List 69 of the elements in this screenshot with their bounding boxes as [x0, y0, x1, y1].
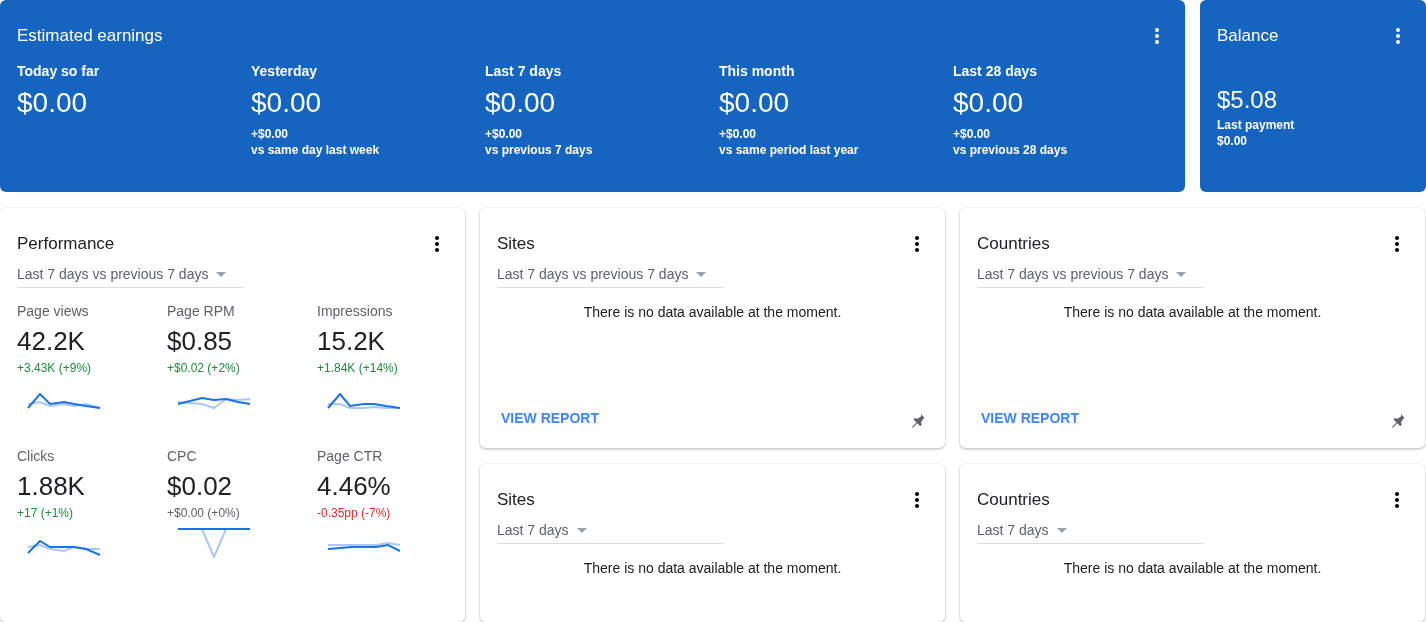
- more-vertical-icon: [1396, 28, 1400, 44]
- period-label: Yesterday: [251, 63, 318, 79]
- metric-change: +1.84K (+14%): [317, 360, 398, 376]
- earnings-change: +$0.00: [719, 126, 757, 142]
- period-label: Last 7 days: [485, 63, 562, 79]
- view-report-link[interactable]: VIEW REPORT: [501, 408, 599, 429]
- dropdown-caret-icon: [576, 528, 587, 533]
- comparison-label: vs previous 28 days: [953, 142, 1068, 158]
- earnings-change: +$0.00: [953, 126, 991, 142]
- metric-change: +$0.02 (+2%): [167, 360, 240, 376]
- metric-label: Page RPM: [167, 302, 235, 320]
- date-range-dropdown[interactable]: Last 7 days vs previous 7 days: [497, 262, 723, 288]
- dropdown-caret-icon: [696, 272, 707, 277]
- card-title: Sites: [497, 490, 535, 510]
- earnings-value: $0.00: [719, 87, 790, 119]
- card-title: Performance: [17, 234, 115, 254]
- card-title: Countries: [977, 490, 1050, 510]
- date-range-dropdown[interactable]: Last 7 days vs previous 7 days: [17, 262, 243, 288]
- metric-value: $0.85: [167, 326, 233, 356]
- more-vertical-icon: [915, 236, 919, 252]
- more-vertical-icon: [915, 492, 919, 508]
- card-title: Sites: [497, 234, 535, 254]
- period-label: Today so far: [17, 63, 100, 79]
- metric-change: -0.35pp (-7%): [317, 505, 391, 521]
- empty-message: There is no data available at the moment.: [582, 559, 843, 578]
- metric-label: Clicks: [17, 447, 55, 465]
- earnings-value: $0.00: [485, 87, 556, 119]
- earnings-change: +$0.00: [251, 126, 289, 142]
- metric-label: Impressions: [317, 302, 393, 320]
- date-range-dropdown[interactable]: Last 7 days: [977, 518, 1203, 544]
- date-range-dropdown[interactable]: Last 7 days vs previous 7 days: [977, 262, 1203, 288]
- metric-value: 42.2K: [17, 326, 85, 356]
- last-payment-value: $0.00: [1217, 133, 1248, 149]
- card-title: Estimated earnings: [17, 26, 163, 46]
- more-vertical-icon: [1395, 236, 1399, 252]
- metric-label: Page views: [17, 302, 89, 320]
- metric-change: +$0.00 (+0%): [167, 505, 240, 521]
- metric-change: +17 (+1%): [17, 505, 74, 521]
- metric-change: +3.43K (+9%): [17, 360, 92, 376]
- metric-label: Page CTR: [317, 447, 383, 465]
- view-report-link[interactable]: VIEW REPORT: [981, 408, 1079, 429]
- empty-message: There is no data available at the moment.: [1062, 303, 1323, 322]
- comparison-label: vs same day last week: [251, 142, 380, 158]
- earnings-value: $0.00: [251, 87, 322, 119]
- more-vertical-icon: [435, 236, 439, 252]
- comparison-label: vs same period last year: [719, 142, 859, 158]
- last-payment-label: Last payment: [1217, 117, 1295, 133]
- empty-message: There is no data available at the moment.: [1062, 559, 1323, 578]
- card-title: Balance: [1217, 26, 1279, 46]
- dropdown-caret-icon: [1056, 528, 1067, 533]
- metric-value: 15.2K: [317, 326, 385, 356]
- more-vertical-icon: [1155, 28, 1159, 44]
- period-label: Last 28 days: [953, 63, 1038, 79]
- earnings-value: $0.00: [953, 87, 1024, 119]
- earnings-value: $0.00: [17, 87, 88, 119]
- balance-value: $5.08: [1217, 86, 1278, 114]
- date-range-dropdown[interactable]: Last 7 days: [497, 518, 723, 544]
- empty-message: There is no data available at the moment.: [582, 303, 843, 322]
- metric-value: $0.02: [167, 471, 233, 501]
- metric-value: 4.46%: [317, 471, 391, 501]
- card-title: Countries: [977, 234, 1050, 254]
- comparison-label: vs previous 7 days: [485, 142, 593, 158]
- dropdown-caret-icon: [216, 272, 227, 277]
- period-label: This month: [719, 63, 795, 79]
- more-vertical-icon: [1395, 492, 1399, 508]
- dropdown-caret-icon: [1176, 272, 1187, 277]
- metric-value: 1.88K: [17, 471, 85, 501]
- metric-label: CPC: [167, 447, 197, 465]
- earnings-change: +$0.00: [485, 126, 523, 142]
